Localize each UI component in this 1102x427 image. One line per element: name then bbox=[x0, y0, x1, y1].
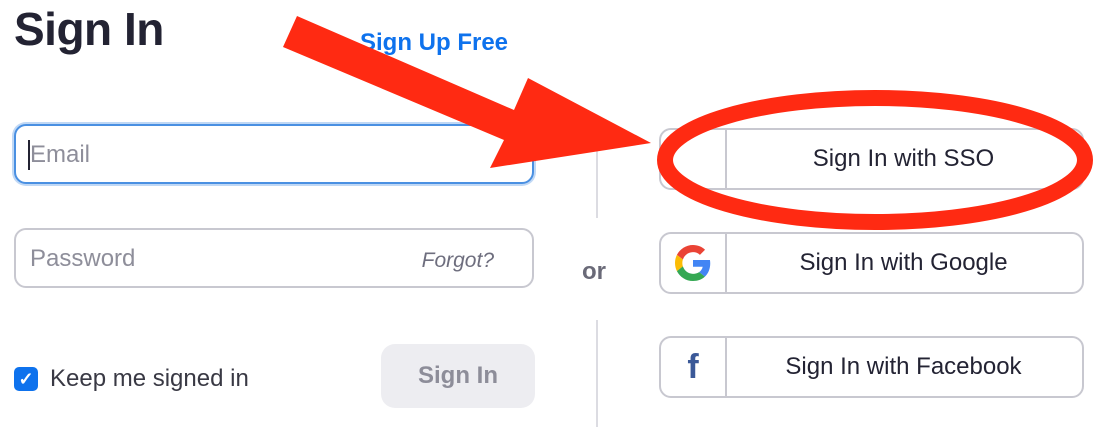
sign-in-facebook-button[interactable]: f Sign In with Facebook bbox=[659, 336, 1084, 398]
sign-in-button[interactable]: Sign In bbox=[381, 344, 535, 408]
keep-signed-in-checkbox[interactable]: ✓ Keep me signed in bbox=[14, 365, 249, 393]
email-field[interactable]: Email bbox=[14, 124, 534, 184]
vertical-divider-bottom bbox=[596, 320, 598, 427]
facebook-button-label: Sign In with Facebook bbox=[785, 353, 1022, 380]
page-title: Sign In bbox=[14, 3, 164, 55]
checkmark-icon: ✓ bbox=[14, 367, 38, 391]
sign-in-sso-button[interactable]: Sign In with SSO bbox=[659, 128, 1084, 190]
or-separator: or bbox=[582, 258, 606, 285]
keep-signed-in-label: Keep me signed in bbox=[50, 365, 249, 392]
vertical-divider-top bbox=[596, 120, 598, 218]
sign-up-link[interactable]: Sign Up Free bbox=[360, 29, 508, 57]
sign-in-google-button[interactable]: Sign In with Google bbox=[659, 232, 1084, 294]
email-placeholder: Email bbox=[30, 141, 91, 168]
password-field[interactable]: Password Forgot? bbox=[14, 228, 534, 288]
sso-button-label: Sign In with SSO bbox=[812, 145, 995, 172]
key-icon bbox=[661, 130, 727, 188]
facebook-icon: f bbox=[661, 338, 727, 396]
google-icon bbox=[661, 234, 727, 292]
password-placeholder: Password bbox=[30, 245, 136, 272]
forgot-password-link[interactable]: Forgot? bbox=[422, 249, 494, 273]
google-button-label: Sign In with Google bbox=[799, 249, 1008, 276]
